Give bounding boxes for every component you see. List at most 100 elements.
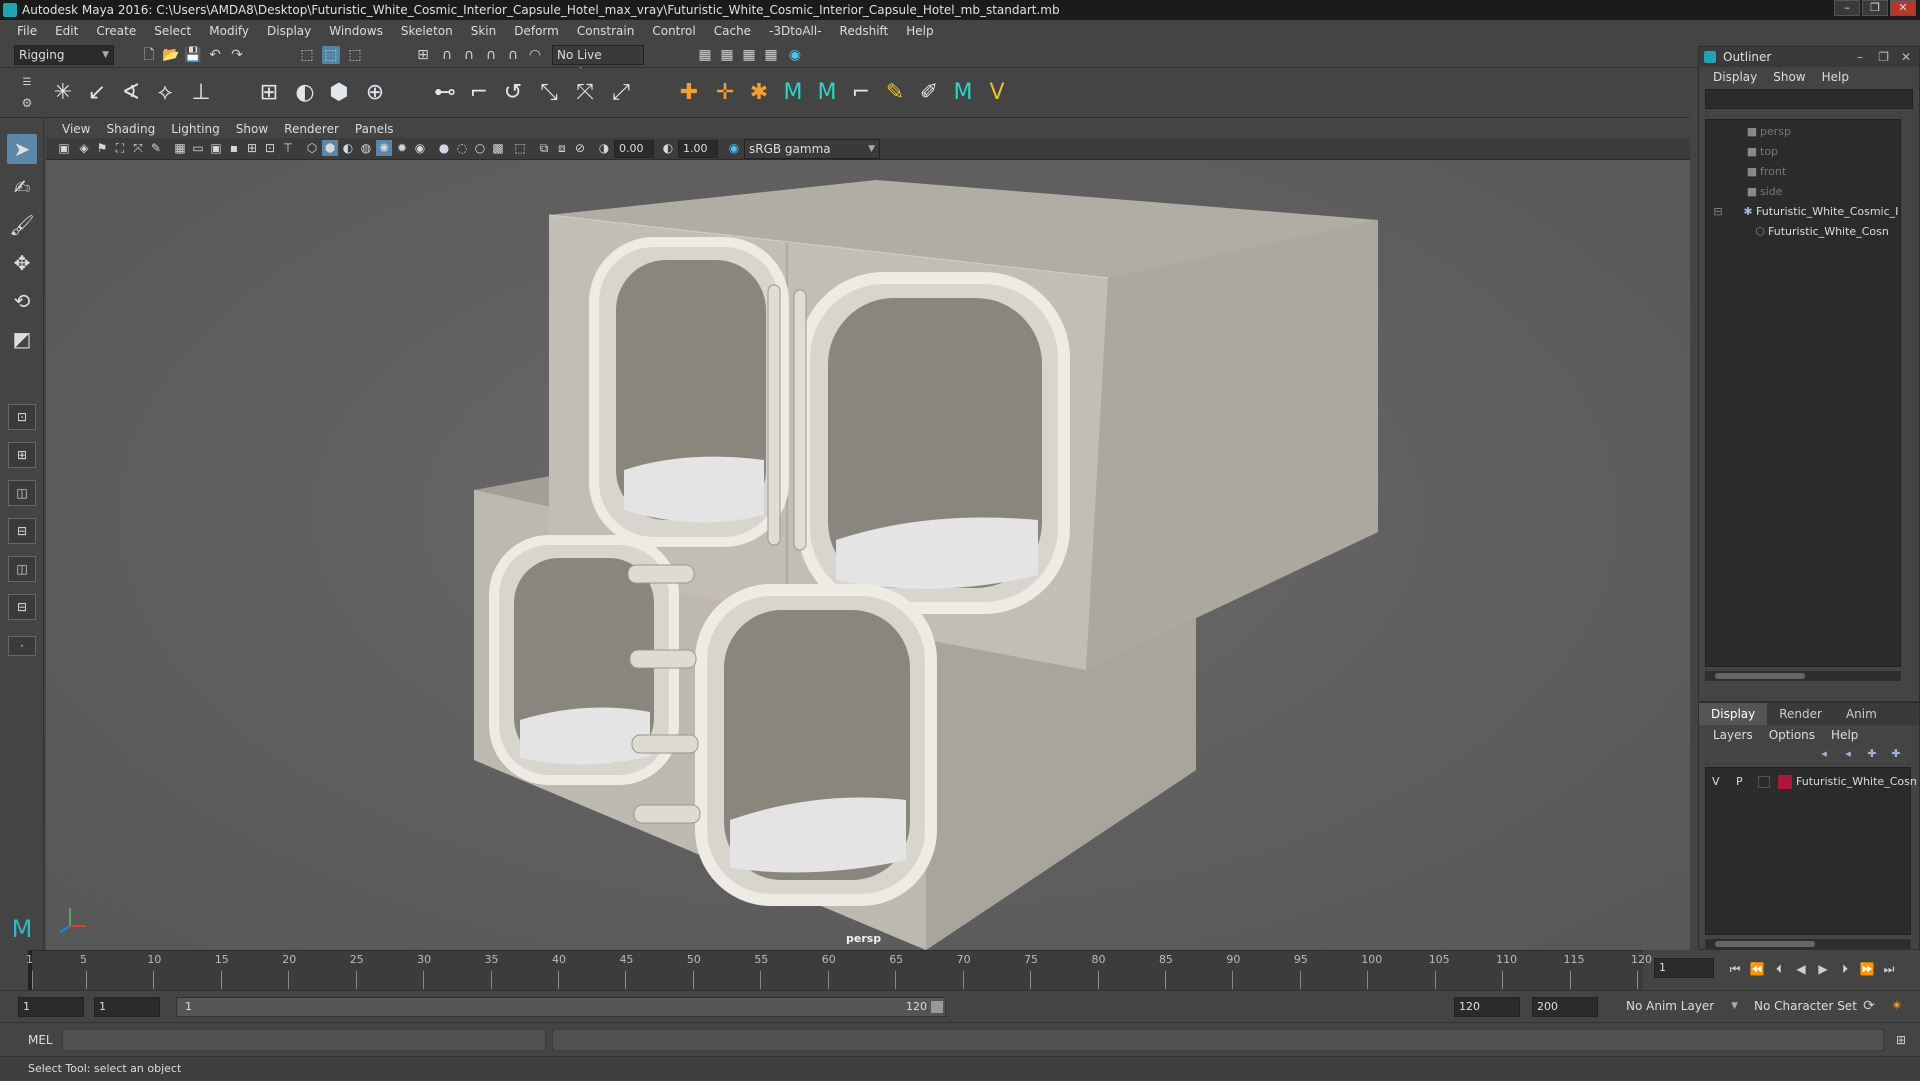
layer-color-swatch[interactable] [1778, 775, 1792, 789]
paint-weights-icon[interactable]: ◐ [290, 78, 320, 108]
menu-modify[interactable]: Modify [200, 24, 258, 38]
select-tool-icon[interactable]: ➤ [7, 134, 37, 164]
new-layer-icon[interactable]: ✚ [1863, 745, 1881, 763]
panel-menu-shading[interactable]: Shading [98, 122, 163, 136]
menuset-dropdown[interactable]: Rigging ▼ [14, 45, 114, 65]
xray-icon[interactable]: ▩ [490, 140, 506, 156]
open-scene-icon[interactable]: 📂 [162, 46, 180, 64]
playback-end-field[interactable]: 120 [1454, 997, 1520, 1017]
command-input[interactable] [62, 1029, 546, 1051]
camera-attributes-icon[interactable]: ◈ [76, 140, 92, 156]
step-forward-frame-icon[interactable]: ⏵ [1836, 960, 1854, 978]
close-icon[interactable]: ✕ [1901, 47, 1911, 67]
script-editor-icon[interactable]: ⊞ [1892, 1031, 1910, 1049]
menu-redshift[interactable]: Redshift [831, 24, 898, 38]
outliner-item-side[interactable]: ■ side [1744, 182, 1783, 202]
outliner-item-mesh[interactable]: ⬡ Futuristic_White_Cosn [1752, 222, 1889, 242]
gate-mask-icon[interactable]: ▪ [226, 140, 242, 156]
menu-cache[interactable]: Cache [705, 24, 760, 38]
safe-action-icon[interactable]: ⊡ [262, 140, 278, 156]
tab-render[interactable]: Render [1767, 703, 1834, 725]
mirror-joint-icon[interactable]: ⟡ [150, 78, 180, 108]
menu-control[interactable]: Control [643, 24, 704, 38]
scale-constraint-icon[interactable]: ⤡ [534, 78, 564, 108]
layer-visibility-toggle[interactable]: V [1712, 772, 1720, 792]
cluster-icon[interactable]: ✛ [710, 78, 740, 108]
outliner-menu-display[interactable]: Display [1705, 70, 1765, 84]
anim-layer-dropdown[interactable]: No Anim Layer ▼ [1622, 997, 1742, 1017]
snap-point-icon[interactable]: ∩ [460, 46, 478, 64]
range-slider-handle[interactable] [931, 1001, 943, 1013]
auto-key-icon[interactable]: ⟳ [1860, 997, 1878, 1015]
rotate-tool-icon[interactable]: ⟲ [7, 286, 37, 316]
menu-create[interactable]: Create [87, 24, 145, 38]
live-surface-field[interactable]: No Live Surface [552, 45, 644, 80]
four-pane-layout-icon[interactable]: ⊞ [8, 442, 36, 468]
pole-vector-icon[interactable]: ⤢ [606, 78, 636, 108]
paint-select-icon[interactable]: 🖌 [7, 210, 37, 240]
panel-menu-view[interactable]: View [54, 122, 98, 136]
smooth-shade-icon[interactable]: ⬢ [322, 140, 338, 156]
scrollbar-thumb[interactable] [1715, 673, 1805, 679]
camera-select-icon[interactable]: ▣ [56, 140, 72, 156]
save-scene-icon[interactable]: 💾 [184, 46, 202, 64]
twist-icon[interactable]: V [982, 78, 1012, 108]
go-to-start-icon[interactable]: ⏮ [1726, 960, 1744, 978]
range-slider[interactable]: 1 120 [176, 997, 946, 1017]
bend-deformer-icon[interactable]: ⌐ [846, 78, 876, 108]
grease-pencil-icon[interactable]: ✎ [148, 140, 164, 156]
resolution-gate-icon[interactable]: ▣ [208, 140, 224, 156]
gamma-icon[interactable]: ◐ [660, 140, 676, 156]
menu-skin[interactable]: Skin [462, 24, 506, 38]
time-ruler[interactable]: 1 5 10 15 20 25 30 35 40 45 50 55 60 65 70 75 80 85 90 95 10… [26, 950, 1652, 991]
single-pane-layout-icon[interactable]: ⊡ [8, 404, 36, 430]
depth-of-field-icon[interactable]: ○ [472, 140, 488, 156]
rigid-skin-icon[interactable]: ⊕ [360, 78, 390, 108]
anti-aliasing-icon[interactable]: ◌ [454, 140, 470, 156]
shadows-icon[interactable]: ✹ [394, 140, 410, 156]
layer-menu-layers[interactable]: Layers [1705, 728, 1761, 742]
wire-deformer-icon[interactable]: M [812, 78, 842, 108]
outliner-item-front[interactable]: ■ front [1744, 162, 1786, 182]
snap-grid-icon[interactable]: ⊞ [414, 46, 432, 64]
bookmark-icon[interactable]: ⚑ [94, 140, 110, 156]
command-language-label[interactable]: MEL [28, 1033, 53, 1047]
panel-menu-show[interactable]: Show [228, 122, 276, 136]
undo-icon[interactable]: ↶ [206, 46, 224, 64]
select-hierarchy-icon[interactable]: ⬚ [298, 46, 316, 64]
isolate-select-icon[interactable]: ⬚ [512, 140, 528, 156]
snap-curve-icon[interactable]: ∩ [438, 46, 456, 64]
render-frame-icon[interactable]: ▦ [718, 46, 736, 64]
select-object-icon[interactable]: ⬚ [322, 46, 340, 64]
layer-row[interactable]: V P Futuristic_White_Cosn [1706, 772, 1917, 792]
animation-end-field[interactable]: 200 [1532, 997, 1598, 1017]
shelf-settings-icon[interactable]: ⚙ [18, 94, 36, 112]
textured-icon[interactable]: ◍ [358, 140, 374, 156]
redo-icon[interactable]: ↷ [228, 46, 246, 64]
film-gate-icon[interactable]: ▭ [190, 140, 206, 156]
soft-mod-icon[interactable]: ✎ [880, 78, 910, 108]
move-tool-icon[interactable]: ✥ [7, 248, 37, 278]
outliner-scrollbar[interactable] [1705, 671, 1901, 681]
current-frame-field[interactable]: 1 [1654, 958, 1714, 978]
point-constraint-icon[interactable]: ⊷ [430, 78, 460, 108]
move-layer-down-icon[interactable]: ◂ [1839, 745, 1857, 763]
ik-handle-icon[interactable]: ↙ [82, 78, 112, 108]
lasso-tool-icon[interactable]: ✍ [7, 172, 37, 202]
ambient-occlusion-icon[interactable]: ◉ [412, 140, 428, 156]
step-forward-key-icon[interactable]: ⏩ [1858, 960, 1876, 978]
layer-playback-toggle[interactable]: P [1736, 772, 1743, 792]
motion-blur-icon[interactable]: ● [436, 140, 452, 156]
image-plane-icon[interactable]: ⛶ [112, 140, 128, 156]
two-pane-side-layout-icon[interactable]: ◫ [8, 480, 36, 506]
sculpt-icon[interactable]: ✐ [914, 78, 944, 108]
perspective-viewport[interactable]: persp [46, 160, 1690, 950]
outliner-menu-help[interactable]: Help [1814, 70, 1857, 84]
step-back-frame-icon[interactable]: ⏴ [1770, 960, 1788, 978]
menu-file[interactable]: File [8, 24, 46, 38]
animation-preferences-icon[interactable]: ✴ [1888, 997, 1906, 1015]
select-component-icon[interactable]: ⬚ [346, 46, 364, 64]
outliner-menu-show[interactable]: Show [1765, 70, 1813, 84]
exposure-icon[interactable]: ◑ [596, 140, 612, 156]
use-all-lights-icon[interactable]: ✺ [376, 140, 392, 156]
